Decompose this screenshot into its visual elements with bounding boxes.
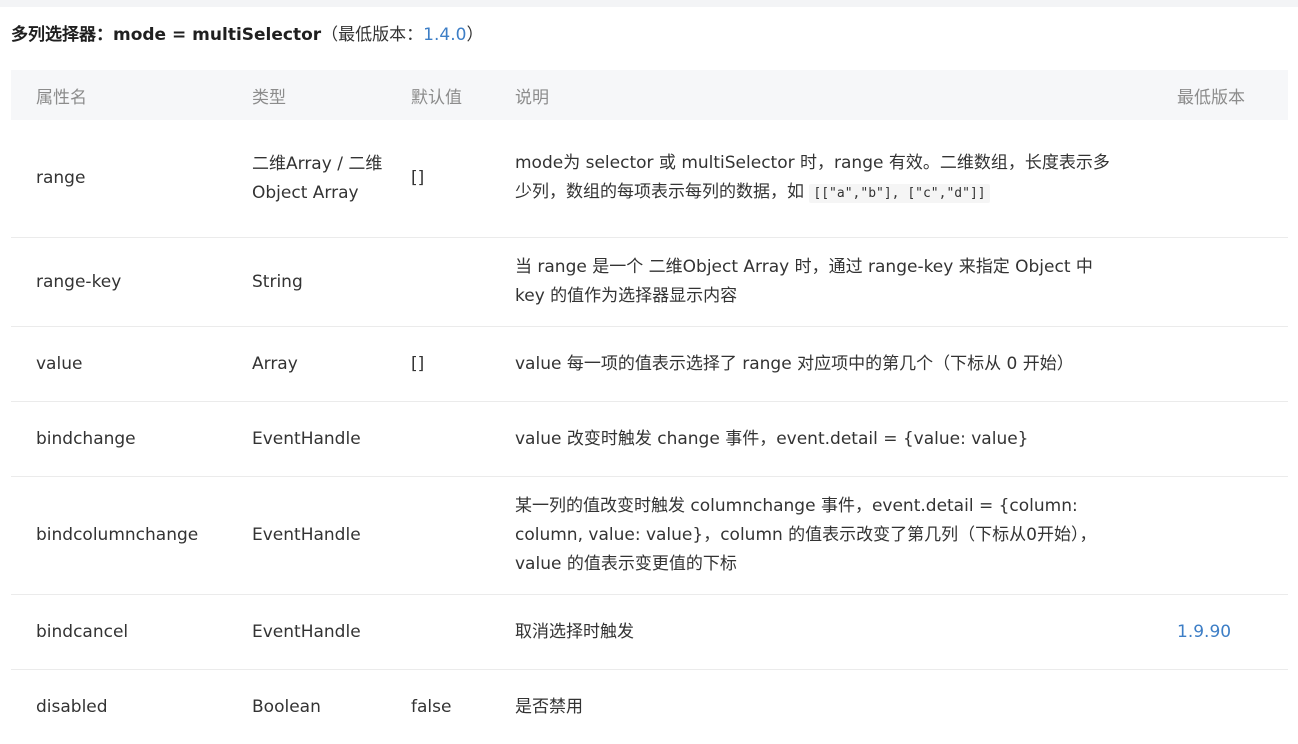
table-row: range 二维Array / 二维Object Array [] mode为 …: [11, 120, 1288, 238]
cell-type: EventHandle: [227, 595, 386, 670]
cell-name: bindcolumnchange: [11, 477, 227, 595]
table-row: bindcolumnchange EventHandle 某一列的值改变时触发 …: [11, 477, 1288, 595]
header-type: 类型: [227, 70, 386, 120]
cell-default: false: [386, 670, 490, 744]
table-row: bindcancel EventHandle 取消选择时触发 1.9.90: [11, 595, 1288, 670]
inline-code: [["a","b"], ["c","d"]]: [809, 184, 989, 203]
cell-name: bindcancel: [11, 595, 227, 670]
cell-default: [386, 238, 490, 327]
header-description: 说明: [490, 70, 1142, 120]
header-min-version: 最低版本: [1142, 70, 1288, 120]
cell-type: 二维Array / 二维Object Array: [227, 120, 386, 238]
cell-name: range: [11, 120, 227, 238]
cell-description: value 每一项的值表示选择了 range 对应项中的第几个（下标从 0 开始…: [490, 327, 1142, 402]
table-row: range-key String 当 range 是一个 二维Object Ar…: [11, 238, 1288, 327]
cell-default: [386, 595, 490, 670]
cell-type: EventHandle: [227, 402, 386, 477]
heading-mode: mode = multiSelector: [113, 25, 321, 45]
cell-default: []: [386, 327, 490, 402]
cell-version: [1142, 670, 1288, 744]
cell-description: 取消选择时触发: [490, 595, 1142, 670]
cell-version: [1142, 120, 1288, 238]
cell-name: range-key: [11, 238, 227, 327]
cell-name: value: [11, 327, 227, 402]
cell-default: []: [386, 120, 490, 238]
cell-name: disabled: [11, 670, 227, 744]
heading-note-close: ）: [466, 25, 483, 45]
top-strip: [0, 0, 1298, 7]
cell-description: 某一列的值改变时触发 columnchange 事件，event.detail …: [490, 477, 1142, 595]
heading-version-link[interactable]: 1.4.0: [423, 25, 466, 45]
cell-type: Boolean: [227, 670, 386, 744]
cell-description: mode为 selector 或 multiSelector 时，range 有…: [490, 120, 1142, 238]
cell-version: 1.9.90: [1142, 595, 1288, 670]
table-row: value Array [] value 每一项的值表示选择了 range 对应…: [11, 327, 1288, 402]
cell-version: [1142, 238, 1288, 327]
cell-version: [1142, 327, 1288, 402]
table-row: bindchange EventHandle value 改变时触发 chang…: [11, 402, 1288, 477]
cell-description: 当 range 是一个 二维Object Array 时，通过 range-ke…: [490, 238, 1142, 327]
heading-prefix: 多列选择器：: [11, 25, 113, 45]
header-name: 属性名: [11, 70, 227, 120]
table-row: disabled Boolean false 是否禁用: [11, 670, 1288, 744]
cell-default: [386, 402, 490, 477]
cell-default: [386, 477, 490, 595]
header-default: 默认值: [386, 70, 490, 120]
cell-type: EventHandle: [227, 477, 386, 595]
cell-name: bindchange: [11, 402, 227, 477]
heading-note-open: （最低版本：: [321, 25, 423, 45]
section-heading: 多列选择器：mode = multiSelector（最低版本：1.4.0）: [11, 23, 483, 47]
cell-type: Array: [227, 327, 386, 402]
cell-version: [1142, 402, 1288, 477]
cell-type: String: [227, 238, 386, 327]
cell-description: value 改变时触发 change 事件，event.detail = {va…: [490, 402, 1142, 477]
cell-description: 是否禁用: [490, 670, 1142, 744]
table-header-row: 属性名 类型 默认值 说明 最低版本: [11, 70, 1288, 120]
properties-table: 属性名 类型 默认值 说明 最低版本 range 二维Array / 二维Obj…: [11, 70, 1288, 744]
version-link[interactable]: 1.9.90: [1177, 622, 1231, 642]
cell-version: [1142, 477, 1288, 595]
